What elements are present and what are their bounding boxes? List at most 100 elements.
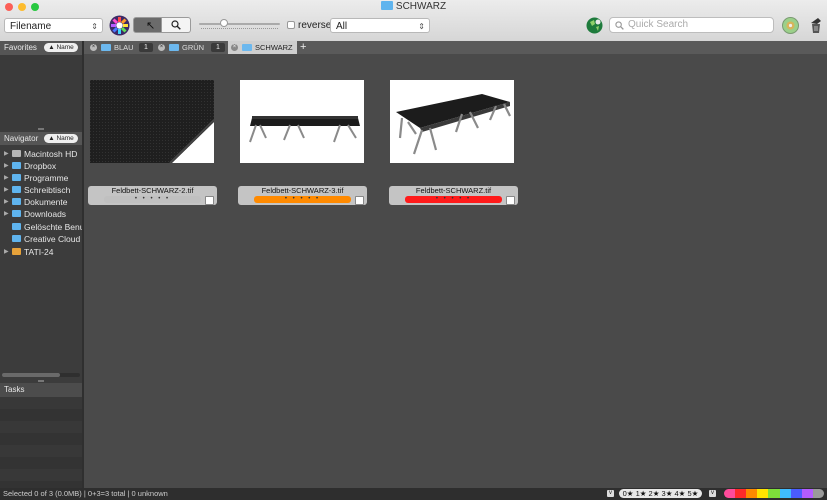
sidebar-divider[interactable] [82,41,84,488]
disclosure-triangle-icon[interactable]: ▶ [4,208,9,220]
status-text: Selected 0 of 3 (0.0MB) | 0+3=3 total | … [3,489,168,498]
sort-field-value: Filename [10,21,52,32]
close-tab-icon[interactable]: × [90,44,97,51]
close-tab-icon[interactable]: × [158,44,165,51]
splitter-handle[interactable] [38,380,44,382]
label-swatch[interactable] [779,489,791,498]
nav-item-macintosh-hd[interactable]: ▶ Macintosh HD [0,148,82,160]
select-checkbox[interactable] [506,196,515,205]
disclosure-triangle-icon[interactable]: ▶ [4,184,9,196]
drive-icon [12,150,21,157]
folder-icon [242,44,252,51]
folder-icon [12,223,21,230]
label-color-filter[interactable] [724,489,824,498]
disclosure-triangle-icon[interactable]: ▶ [4,160,9,172]
chevron-updown-icon: ⇕ [418,22,425,31]
tab-count-badge: 1 [211,43,225,52]
reverse-checkbox[interactable] [287,21,295,29]
label-swatch[interactable] [801,489,813,498]
favorites-list [0,55,82,130]
label-swatch[interactable] [724,489,736,498]
folder-icon [101,44,111,51]
label-swatch[interactable] [790,489,802,498]
label-filter-toggle[interactable]: v [709,490,716,497]
rating-bar[interactable]: • • • • • [104,196,201,203]
scrollbar-thumb[interactable] [2,373,60,377]
filter-value: All [336,21,348,32]
tab-bar: × BLAU 1 × GRÜN 1 × SCHWARZ + [84,41,827,54]
filter-select[interactable]: All ⇕ [330,18,430,33]
folder-icon [12,198,21,205]
color-wheel-icon[interactable] [109,15,130,36]
zoom-tool-button[interactable] [162,17,191,33]
label-swatch[interactable] [768,489,780,498]
tab-gruen[interactable]: × GRÜN 1 [155,41,228,54]
folder-icon [12,210,21,217]
rating-filter[interactable]: 0★ 1★ 2★ 3★ 4★ 5★ [619,489,702,498]
nav-item-creative-cloud[interactable]: Creative Cloud [0,233,82,245]
folder-icon [380,1,393,10]
disclosure-triangle-icon[interactable]: ▶ [4,172,9,184]
toolbar: SCHWARZ Filename ⇕ ↖ reverse All ⇕ Quick… [0,0,827,42]
nav-item-dropbox[interactable]: ▶ Dropbox [0,160,82,172]
close-tab-icon[interactable]: × [231,44,238,51]
globe-icon[interactable] [586,17,603,34]
horizontal-scrollbar[interactable] [2,373,80,377]
magnifier-icon [171,20,181,30]
status-bar: Selected 0 of 3 (0.0MB) | 0+3=3 total | … [0,488,827,500]
add-tab-button[interactable]: + [300,41,306,53]
burn-disc-icon[interactable] [782,17,799,34]
nav-item-dokumente[interactable]: ▶ Dokumente [0,196,82,208]
disclosure-triangle-icon[interactable]: ▶ [4,246,9,258]
tasks-list [0,397,82,488]
rating-bar[interactable]: • • • • • [254,196,351,203]
nav-item-downloads[interactable]: ▶ Downloads [0,208,82,220]
splitter-handle[interactable] [38,128,44,130]
quick-search-input[interactable]: Quick Search [609,17,774,33]
window-title: SCHWARZ [0,1,827,12]
folder-icon [12,174,21,181]
nav-item-geloeschte-benutzer[interactable]: Gelöschte Benu [0,221,82,233]
select-checkbox[interactable] [205,196,214,205]
file-caption[interactable]: Feldbett-SCHWARZ-3.tif • • • • • [238,186,367,205]
favorites-sort-button[interactable]: ▲ Name [44,43,78,52]
tasks-header: Tasks [0,383,82,397]
sort-field-select[interactable]: Filename ⇕ [4,18,103,33]
thumbnail-image [90,80,214,163]
slider-knob[interactable] [220,19,228,27]
nav-item-programme[interactable]: ▶ Programme [0,172,82,184]
folder-icon [169,44,179,51]
thumbnail-image [390,80,514,163]
file-name: Feldbett-SCHWARZ.tif [415,186,492,195]
rating-filter-toggle[interactable]: v [607,490,614,497]
file-name: Feldbett-SCHWARZ-2.tif [111,186,194,195]
label-swatch[interactable] [746,489,758,498]
nav-item-schreibtisch[interactable]: ▶ Schreibtisch [0,184,82,196]
disclosure-triangle-icon[interactable]: ▶ [4,148,9,160]
thumbnail-feldbett-schwarz-3[interactable] [240,80,364,163]
thumbnail-size-slider[interactable] [199,19,280,31]
label-swatch[interactable] [735,489,747,498]
favorites-header: Favorites ▲ Name [0,41,82,55]
navigator-sort-button[interactable]: ▲ Name [44,134,78,143]
folder-icon [12,235,21,242]
thumbnail-feldbett-schwarz[interactable] [390,80,514,163]
reverse-label: reverse [298,20,332,31]
navigator-header: Navigator ▲ Name [0,132,82,145]
folder-icon [12,186,21,193]
chevron-updown-icon: ⇕ [91,22,98,31]
label-swatch[interactable] [757,489,769,498]
nav-item-tati-24[interactable]: ▶ TATI-24 [0,246,82,258]
thumbnail-image [240,80,364,163]
select-checkbox[interactable] [355,196,364,205]
cleaner-icon[interactable] [808,16,824,34]
tab-schwarz[interactable]: × SCHWARZ [228,41,297,54]
thumbnail-feldbett-schwarz-2[interactable] [90,80,214,163]
tab-blau[interactable]: × BLAU 1 [87,41,156,54]
file-caption[interactable]: Feldbett-SCHWARZ-2.tif • • • • • [88,186,217,205]
select-tool-button[interactable]: ↖ [133,17,162,33]
rating-bar[interactable]: • • • • • [405,196,502,203]
disclosure-triangle-icon[interactable]: ▶ [4,196,9,208]
file-caption[interactable]: Feldbett-SCHWARZ.tif • • • • • [389,186,518,205]
label-swatch[interactable] [812,489,824,498]
